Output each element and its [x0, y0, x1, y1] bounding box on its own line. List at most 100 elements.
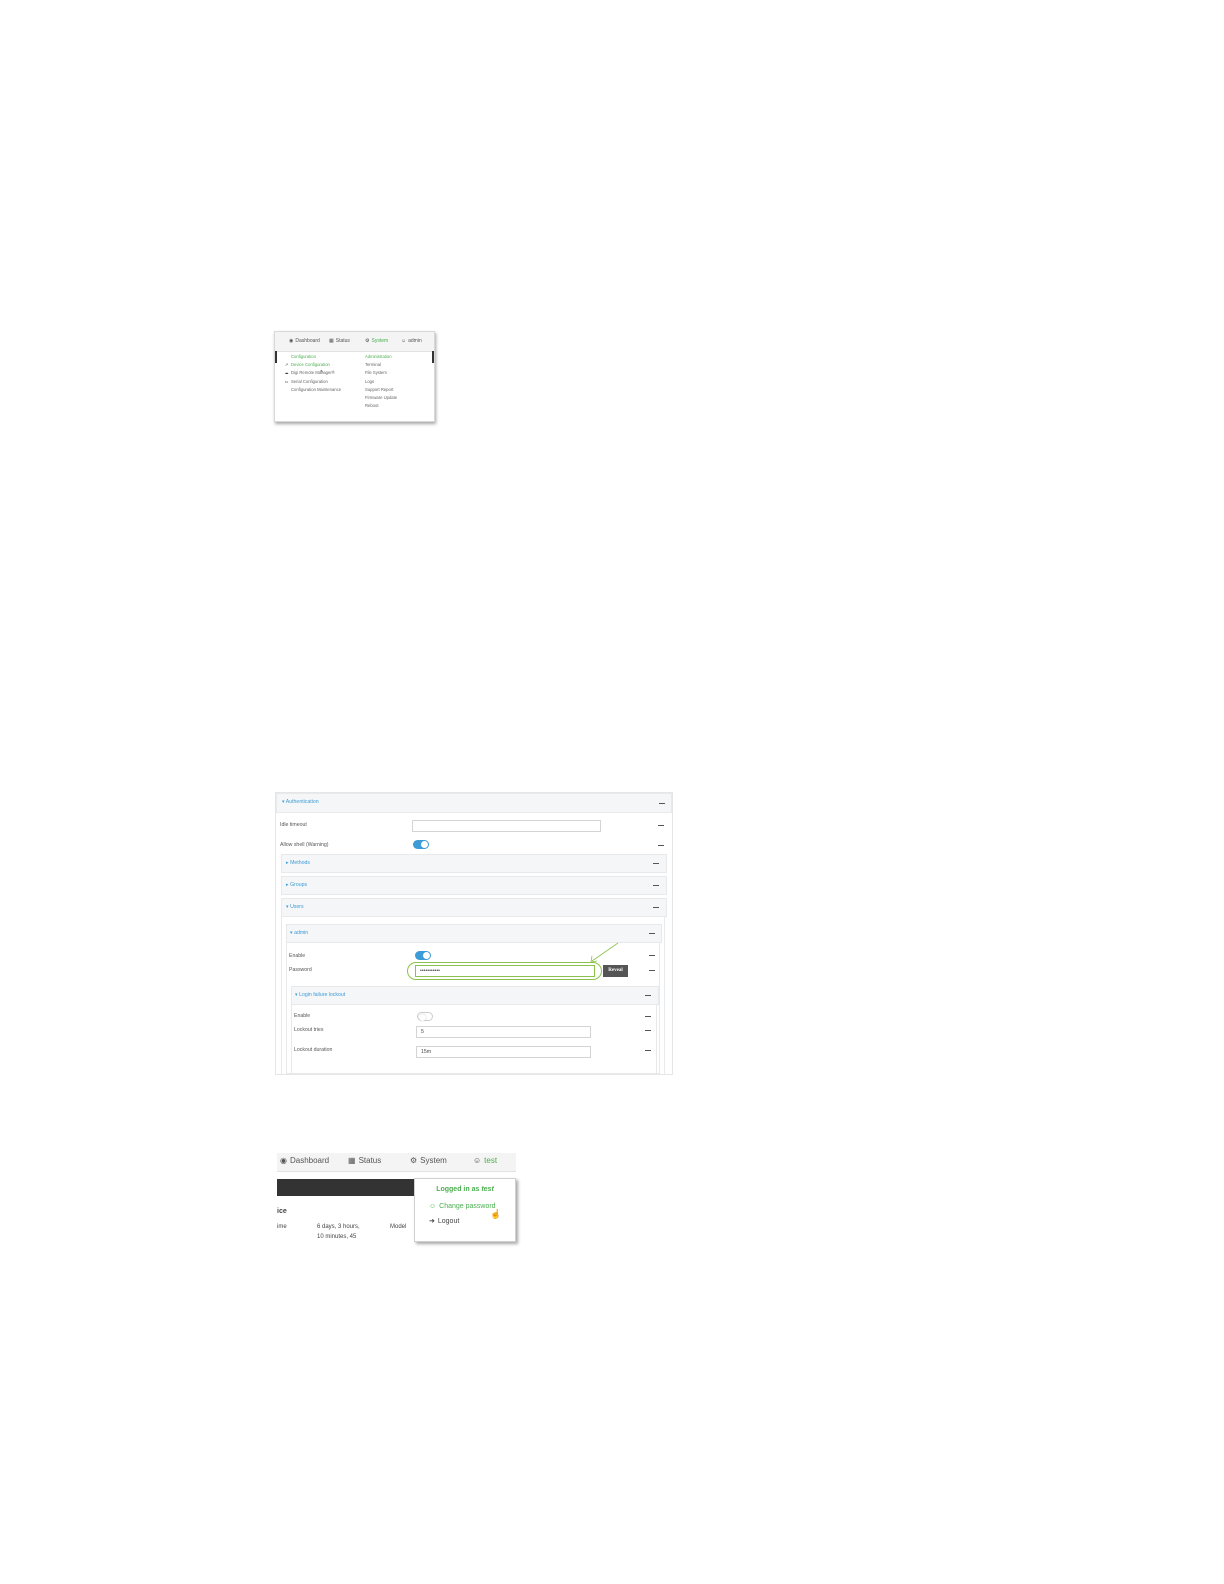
- menu-remote-manager[interactable]: ☁ Digi Remote Manager®: [284, 369, 341, 377]
- idle-timeout-label: Idle timeout: [280, 822, 307, 828]
- admin-enable-label: Enable: [289, 953, 306, 959]
- user-circle-icon: ☺: [473, 1156, 482, 1165]
- dashboard-icon: ◉: [289, 338, 294, 344]
- administration-heading: Administration: [365, 354, 392, 359]
- uptime-value-line1: 6 days, 3 hours,: [317, 1224, 360, 1230]
- admin-collapse-icon[interactable]: [649, 933, 655, 935]
- password-remove-icon[interactable]: [649, 970, 655, 972]
- lockout-enable-toggle[interactable]: [417, 1012, 433, 1021]
- logout-link[interactable]: ➜ Logout: [429, 1217, 459, 1226]
- user-dropdown: Logged in as test ☺ Change password ➜ Lo…: [414, 1178, 516, 1242]
- gear-icon: ⚙: [410, 1156, 418, 1165]
- nav-dashboard-label: Dashboard: [295, 338, 320, 344]
- nav-system-label: System: [420, 1156, 447, 1165]
- menu-serial-configuration[interactable]: ▭ Serial Configuration: [284, 378, 341, 386]
- lockout-duration-input[interactable]: 15m: [416, 1046, 591, 1058]
- nav-status[interactable]: ▦ Status: [348, 1156, 381, 1165]
- lockout-toggle[interactable]: ▾ Login failure lockout: [295, 992, 345, 998]
- users-toggle[interactable]: ▾ Users: [286, 904, 304, 910]
- groups-section-header[interactable]: [281, 876, 667, 895]
- users-title: Users: [290, 904, 304, 910]
- section-title: ice: [277, 1208, 287, 1215]
- lockout-duration-remove-icon[interactable]: [645, 1050, 651, 1052]
- menu-support-report[interactable]: Support Report: [365, 386, 397, 394]
- groups-title: Groups: [290, 882, 308, 888]
- caret-right-icon: ▸: [286, 860, 289, 866]
- nav-user[interactable]: ☺ test: [473, 1156, 497, 1165]
- admin-enable-toggle[interactable]: [415, 951, 431, 960]
- lockout-collapse-icon[interactable]: [645, 995, 651, 997]
- menu-reboot[interactable]: Reboot: [365, 402, 397, 410]
- authentication-toggle[interactable]: ▾ Authentication: [282, 799, 319, 805]
- uptime-label: ime: [277, 1224, 287, 1230]
- caret-down-icon: ▾: [290, 930, 293, 936]
- menu-firmware-update[interactable]: Firmware Update: [365, 394, 397, 402]
- lockout-tries-input[interactable]: 5: [416, 1026, 591, 1038]
- lockout-tries-remove-icon[interactable]: [645, 1030, 651, 1032]
- collapse-icon[interactable]: [659, 803, 665, 805]
- menu-logs[interactable]: Logs: [365, 378, 397, 386]
- left-edge: [275, 351, 277, 363]
- nav-system[interactable]: ⚙ System: [365, 338, 388, 344]
- menu-configuration-maintenance[interactable]: Configuration Maintenance: [284, 386, 341, 394]
- caret-down-icon: ▾: [295, 992, 298, 998]
- nav-system[interactable]: ⚙ System: [410, 1156, 447, 1165]
- user-circle-icon: ☺: [429, 1203, 437, 1210]
- password-input[interactable]: •••••••••••: [415, 965, 595, 977]
- users-section-header[interactable]: [281, 898, 667, 917]
- authentication-section-header[interactable]: [276, 793, 672, 813]
- groups-toggle[interactable]: ▸ Groups: [286, 882, 307, 888]
- admin-toggle[interactable]: ▾ admin: [290, 930, 308, 936]
- caret-down-icon: ▾: [286, 904, 289, 910]
- menu-device-configuration[interactable]: ↗ Device Configuration: [284, 361, 341, 369]
- nav-admin[interactable]: ☺ admin: [401, 338, 422, 344]
- lockout-title: Login failure lockout: [299, 992, 346, 998]
- top-nav: ◉ Dashboard ▦ Status ⚙ System ☺ test: [277, 1153, 516, 1172]
- methods-collapse-icon[interactable]: [653, 863, 659, 865]
- methods-section-header[interactable]: [281, 854, 667, 873]
- methods-title: Methods: [290, 860, 310, 866]
- nav-status-label: Status: [358, 1156, 382, 1165]
- model-label: Model: [390, 1224, 407, 1230]
- nav-dashboard[interactable]: ◉ Dashboard: [280, 1156, 329, 1165]
- user-menu-screenshot: ◉ Dashboard ▦ Status ⚙ System ☺ test ice…: [277, 1153, 516, 1242]
- mouse-cursor-icon: ↖: [320, 369, 325, 375]
- lockout-duration-label: Lockout duration: [294, 1047, 333, 1053]
- wrench-icon: ↗: [284, 362, 289, 368]
- users-collapse-icon[interactable]: [653, 907, 659, 909]
- right-edge: [432, 351, 434, 363]
- methods-toggle[interactable]: ▸ Methods: [286, 860, 310, 866]
- caret-down-icon: ▾: [282, 799, 285, 805]
- nav-status[interactable]: ▦ Status: [329, 338, 350, 344]
- nav-dashboard[interactable]: ◉ Dashboard: [289, 338, 320, 344]
- admin-enable-remove-icon[interactable]: [649, 955, 655, 957]
- nav-dashboard-label: Dashboard: [289, 1156, 330, 1165]
- groups-collapse-icon[interactable]: [653, 885, 659, 887]
- gear-icon: ⚙: [365, 338, 370, 344]
- menu-file-system[interactable]: File System: [365, 369, 397, 377]
- uptime-value-line2: 10 minutes, 45: [317, 1234, 357, 1240]
- change-password-link[interactable]: ☺ Change password: [429, 1203, 496, 1210]
- administration-column: Administration Terminal File System Logs…: [365, 353, 397, 410]
- menu-terminal[interactable]: Terminal: [365, 361, 397, 369]
- configuration-heading: Configuration: [291, 354, 316, 359]
- arrow-annotation-icon: [590, 942, 619, 963]
- allow-shell-remove-icon[interactable]: [658, 845, 664, 847]
- top-nav: ◉ Dashboard ▦ Status ⚙ System ☺ admin: [275, 332, 434, 352]
- allow-shell-label: Allow shell (Warning): [280, 842, 329, 848]
- allow-shell-toggle[interactable]: [413, 840, 429, 849]
- reveal-button[interactable]: Reveal: [603, 965, 628, 977]
- idle-timeout-input[interactable]: [412, 820, 601, 832]
- authentication-title: Authentication: [285, 799, 319, 805]
- lockout-enable-remove-icon[interactable]: [645, 1016, 651, 1018]
- lockout-enable-label: Enable: [294, 1013, 311, 1019]
- lockout-tries-label: Lockout tries: [294, 1027, 324, 1033]
- monitor-icon: ▭: [284, 378, 289, 384]
- cloud-icon: ☁: [284, 370, 289, 376]
- nav-system-label: System: [371, 338, 389, 344]
- lockout-section-header[interactable]: [291, 986, 659, 1005]
- dashboard-icon: ◉: [280, 1156, 287, 1165]
- idle-timeout-remove-icon[interactable]: [658, 825, 664, 827]
- password-label: Password: [289, 967, 312, 973]
- system-menu-screenshot: ◉ Dashboard ▦ Status ⚙ System ☺ admin Co…: [274, 331, 435, 422]
